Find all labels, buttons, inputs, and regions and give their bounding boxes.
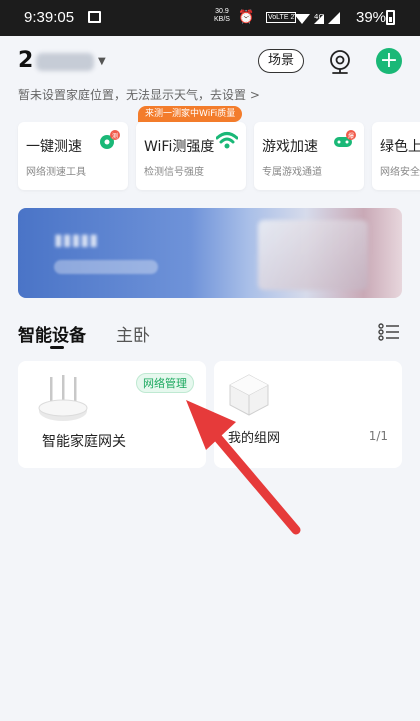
network-speed: 30.9 KB/S (214, 8, 230, 24)
game-boost-badge: 爆 (348, 132, 354, 140)
camera-icon[interactable] (328, 49, 352, 75)
status-bar: 9:39:05 30.9 KB/S ⏰ VoLTE 2 4G 39% (0, 0, 420, 36)
wifi-promo-badge[interactable]: 来测一测家中WiFi质量 (138, 106, 243, 122)
status-time: 9:39:05 (24, 9, 75, 26)
tool-speedtest[interactable]: 一键测速 网络测速工具 测 (18, 122, 128, 190)
gallery-notification-icon (88, 11, 101, 23)
tool-title: 绿色上 (380, 139, 420, 155)
promo-banner[interactable]: ▮▮▮▮▮ (18, 208, 402, 298)
tool-game-boost[interactable]: 游戏加速 专属游戏通道 爆 (254, 122, 364, 190)
speedtest-badge: 测 (112, 132, 118, 140)
tool-subtitle: 网络测速工具 (26, 167, 86, 178)
tool-title: WiFi测强度 (144, 139, 215, 155)
list-view-icon[interactable] (378, 323, 400, 341)
banner-image (258, 220, 368, 290)
mesh-node-icon (229, 374, 269, 416)
chevron-down-icon[interactable]: ▼ (98, 56, 106, 67)
location-hint-link[interactable]: 暂未设置家庭位置，无法显示天气，去设置 > (18, 86, 260, 103)
router-icon (38, 375, 88, 421)
tool-green-internet[interactable]: 绿色上 网络安全 (372, 122, 420, 190)
device-card-gateway[interactable]: 网络管理 智能家庭网关 (18, 361, 206, 468)
home-screen: 2 ▼ 场景 + 暂未设置家庭位置，无法显示天气，去设置 > 一键测速 网络测速… (0, 36, 420, 721)
tool-subtitle: 专属游戏通道 (262, 167, 322, 178)
banner-subtitle-blurred (54, 260, 158, 274)
banner-text-blurred: ▮▮▮▮▮ (54, 230, 99, 249)
alarm-bluetooth-icons: ⏰ (238, 9, 258, 24)
tool-subtitle: 网络安全 (380, 167, 420, 178)
device-count: 1/1 (368, 429, 388, 443)
battery-percent: 39% (356, 9, 387, 26)
gamepad-icon: 爆 (334, 130, 356, 147)
home-name[interactable]: 2 (18, 48, 33, 73)
home-name-redaction (36, 53, 94, 71)
device-name: 我的组网 (228, 431, 281, 446)
wifi-icon (216, 132, 238, 149)
add-device-button[interactable]: + (376, 48, 402, 74)
tool-subtitle: 检测信号强度 (144, 167, 204, 178)
scene-button[interactable]: 场景 (258, 49, 304, 73)
device-name: 智能家庭网关 (42, 434, 126, 450)
signal-wifi-icons: 4G (294, 12, 340, 24)
tab-smart-devices[interactable]: 智能设备 (18, 321, 86, 349)
network-management-badge[interactable]: 网络管理 (136, 373, 194, 393)
speedtest-icon: 测 (100, 130, 120, 149)
network-speed-unit: KB/S (214, 16, 230, 23)
device-card-mesh[interactable]: 我的组网 1/1 (214, 361, 402, 468)
tab-master-bedroom[interactable]: 主卧 (116, 321, 150, 346)
tool-title: 一键测速 (26, 139, 82, 155)
network-speed-value: 30.9 (215, 8, 229, 15)
battery-icon (386, 10, 395, 25)
tool-title: 游戏加速 (262, 139, 318, 155)
tool-wifi-strength[interactable]: WiFi测强度 检测信号强度 (136, 122, 246, 190)
